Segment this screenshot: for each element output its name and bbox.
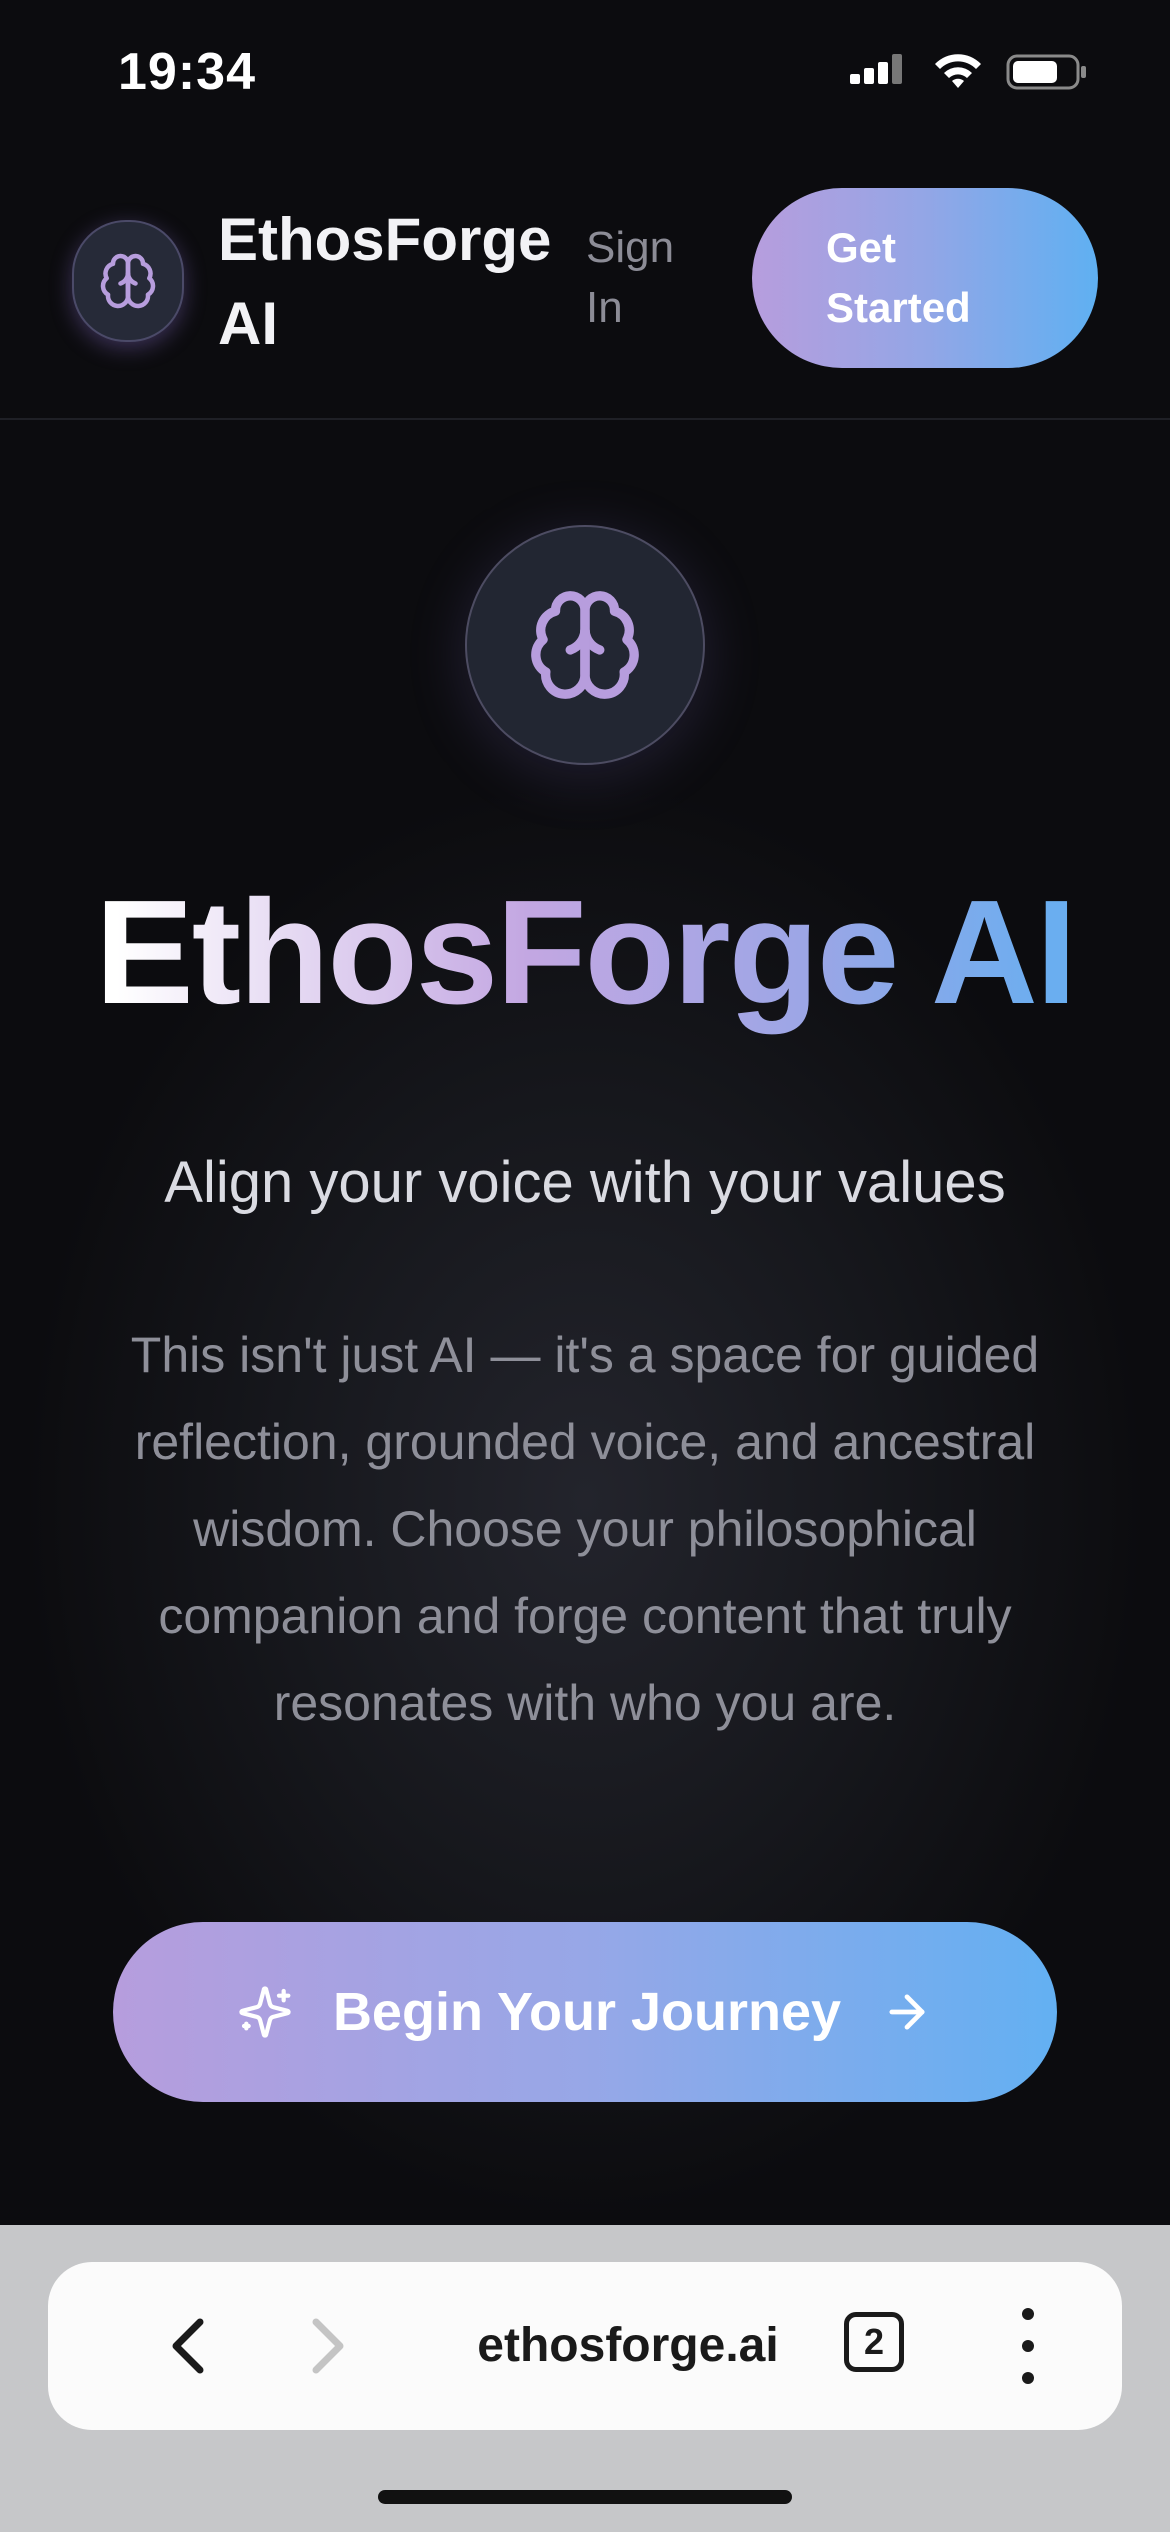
back-button[interactable] xyxy=(158,2312,218,2380)
sparkles-icon xyxy=(239,1986,291,2038)
hero-description: This isn't just AI — it's a space for gu… xyxy=(130,1327,1040,1731)
get-started-button[interactable]: Get Started xyxy=(752,188,1098,368)
cellular-signal-icon xyxy=(850,54,902,84)
more-icon[interactable] xyxy=(1008,2308,1048,2384)
hero-title-ai: AI xyxy=(930,870,1075,1035)
hero-tagline: Align your voice with your values xyxy=(164,1150,1006,1215)
hero-title-main: EthosForge xyxy=(95,870,898,1035)
forward-icon xyxy=(312,2318,344,2374)
back-icon xyxy=(172,2318,204,2374)
brain-icon xyxy=(100,253,156,309)
tabs-button[interactable]: 2 xyxy=(844,2312,904,2372)
site-header: EthosForge AI Sign In Get Started xyxy=(0,150,1170,420)
get-started-label: Get Started xyxy=(826,224,971,331)
begin-journey-label: Begin Your Journey xyxy=(332,1982,842,2042)
arrow-right-icon xyxy=(889,1994,925,2030)
brand-name[interactable]: EthosForge AI xyxy=(218,198,558,366)
home-indicator xyxy=(378,2490,792,2504)
brain-icon xyxy=(531,591,639,699)
forward-button[interactable] xyxy=(298,2312,358,2380)
battery-icon xyxy=(1006,54,1086,90)
wifi-icon xyxy=(935,54,981,88)
hero-icon-badge xyxy=(465,525,705,765)
hero-title: EthosForge AI xyxy=(0,868,1170,1038)
sign-in-link[interactable]: Sign In xyxy=(586,218,696,338)
url-text[interactable]: ethosforge.ai xyxy=(378,2312,878,2380)
status-bar: 19:34 xyxy=(0,0,1170,150)
status-time: 19:34 xyxy=(118,43,256,101)
logo[interactable] xyxy=(72,220,184,342)
status-icons xyxy=(848,52,1088,92)
browser-url-bar: ethosforge.ai 2 xyxy=(48,2262,1122,2430)
begin-journey-button[interactable]: Begin Your Journey xyxy=(113,1922,1057,2102)
